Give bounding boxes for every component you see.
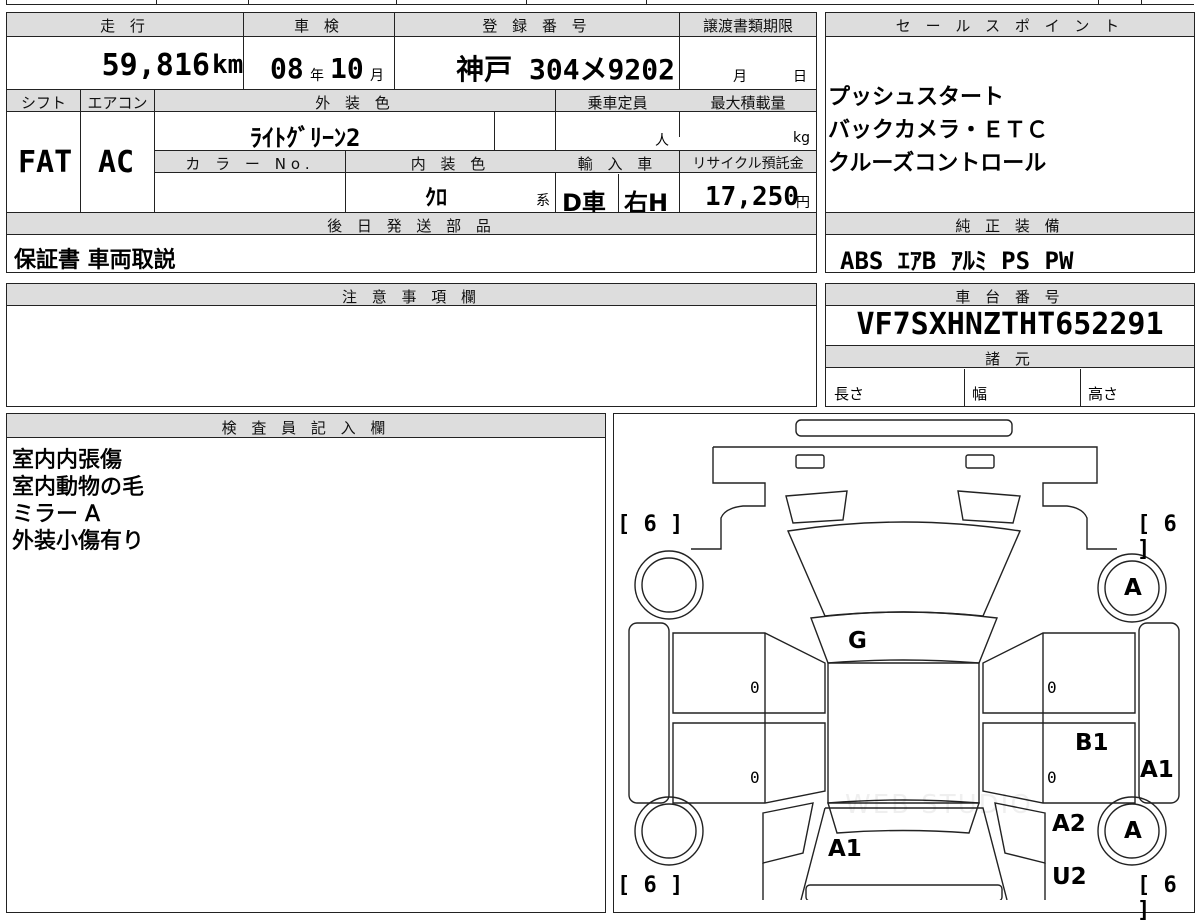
door-right-front-value: 0 — [1047, 678, 1057, 697]
notes-label: 注 意 事 項 欄 — [341, 288, 482, 306]
grille-left — [785, 490, 848, 524]
inspector-label: 検 査 員 記 入 欄 — [221, 419, 391, 437]
chassis-label: 車 台 番 号 — [955, 288, 1065, 306]
mileage-label: 走 行 — [100, 17, 150, 35]
rear-bumper-right-damage-label: U2 — [1052, 864, 1087, 890]
right-rear-door-damage-label: A2 — [1052, 811, 1086, 837]
inspection-year: 08 — [270, 52, 304, 85]
ac-label: エアコン — [87, 94, 148, 112]
recycle-label: リサイクル預託金 — [692, 156, 804, 172]
capacity-label: 乗車定員 — [587, 94, 648, 112]
capacity-unit: 人 — [655, 133, 669, 149]
later-parts-label: 後 日 発 送 部 品 — [327, 217, 496, 235]
interior-color-label: 内 装 色 — [410, 155, 491, 173]
import-label: 輸 入 車 — [577, 155, 658, 173]
width-label: 幅 — [972, 385, 988, 403]
inspection-month: 10 — [330, 52, 364, 85]
door-right-front — [982, 632, 1136, 714]
registration-label: 登 録 番 号 — [482, 17, 592, 35]
registration-value: 神戸 304メ9202 — [456, 53, 675, 86]
front-bumper — [795, 419, 1013, 437]
tire-front-right-label: [ 6 ] — [1137, 512, 1177, 562]
shift-label: シフト — [20, 94, 66, 112]
inspection-year-unit: 年 — [310, 68, 324, 84]
hood-damage-label: G — [848, 628, 867, 654]
front-right-wheel-label: A — [1124, 575, 1142, 601]
headlight-left — [795, 454, 825, 469]
right-pillar-damage-label: A1 — [1140, 757, 1174, 783]
front-body — [691, 446, 1117, 550]
shift-value: FAT — [18, 145, 73, 180]
mileage-value: 59,816 — [101, 48, 210, 83]
top-cut-row — [6, 0, 1194, 5]
wheel-rear-left — [634, 796, 704, 866]
exterior-color-value: ﾗｲﾄｸﾞﾘｰﾝ2 — [250, 124, 361, 152]
wheel-front-left — [634, 550, 704, 620]
chassis-value: VF7SXHNZTHT652291 — [856, 307, 1164, 342]
watermark: WEB STUDIO — [845, 790, 1033, 820]
sales-line-2: バックカメラ・ＥＴＣ — [828, 118, 1049, 143]
transfer-deadline-label: 譲渡書類期限 — [702, 17, 793, 35]
tire-front-left-label: [ 6 ] — [617, 512, 684, 537]
headlight-right — [965, 454, 995, 469]
door-left-rear — [672, 722, 826, 804]
equipment-value: ABS ｴｱB ｱﾙﾐ PS PW — [840, 247, 1074, 275]
right-door-damage-label: B1 — [1075, 730, 1109, 756]
rear-right-wheel-label: A — [1124, 818, 1142, 844]
wheel-front-left-inner — [641, 557, 697, 613]
recycle-unit: 円 — [796, 195, 810, 211]
height-label: 高さ — [1088, 385, 1119, 403]
ac-value: AC — [98, 145, 135, 180]
door-right-rear-value: 0 — [1047, 768, 1057, 787]
windshield — [810, 611, 998, 664]
tire-rear-left-label: [ 6 ] — [617, 873, 684, 898]
exterior-color-label: 外 装 色 — [315, 94, 395, 112]
recycle-value: 17,250 — [705, 182, 799, 212]
sales-line-3: クルーズコントロール — [828, 151, 1047, 176]
max-load-label: 最大積載量 — [710, 94, 786, 112]
side-sill-left — [628, 622, 670, 804]
door-left-front — [672, 632, 826, 714]
rear-bumper — [805, 884, 1003, 900]
transfer-month: 月 — [733, 69, 747, 85]
sales-point-label: セ ー ル ス ポ イ ン ト — [895, 17, 1125, 35]
equipment-label: 純 正 装 備 — [955, 217, 1065, 235]
wheel-rear-left-inner — [641, 803, 697, 859]
car-diagram-svg — [628, 419, 1180, 900]
length-label: 長さ — [834, 385, 865, 403]
tire-rear-right-label: [ 6 ] — [1137, 873, 1177, 923]
door-left-rear-value: 0 — [750, 768, 760, 787]
inspection-label: 車 検 — [294, 17, 344, 35]
hood — [786, 521, 1022, 617]
rear-quarter-left — [762, 802, 814, 864]
transfer-day: 日 — [793, 69, 807, 85]
grille-right — [957, 490, 1021, 524]
interior-suffix: 系 — [536, 193, 550, 209]
inspector-line-4: 外装小傷有り — [12, 529, 145, 555]
door-left-front-value: 0 — [750, 678, 760, 697]
sales-line-1: プッシュスタート — [828, 85, 1005, 110]
mileage-unit: km — [212, 50, 244, 80]
color-no-label: カ ラ ー No. — [185, 155, 315, 173]
max-load-unit: kg — [793, 130, 810, 146]
later-parts-value: 保証書 車両取説 — [14, 248, 176, 273]
spec-label: 諸 元 — [985, 350, 1035, 368]
interior-color-value: ｸﾛ — [425, 186, 448, 211]
inspection-month-unit: 月 — [370, 68, 384, 84]
rear-bumper-left-damage-label: A1 — [828, 836, 862, 862]
cabin — [827, 662, 980, 804]
